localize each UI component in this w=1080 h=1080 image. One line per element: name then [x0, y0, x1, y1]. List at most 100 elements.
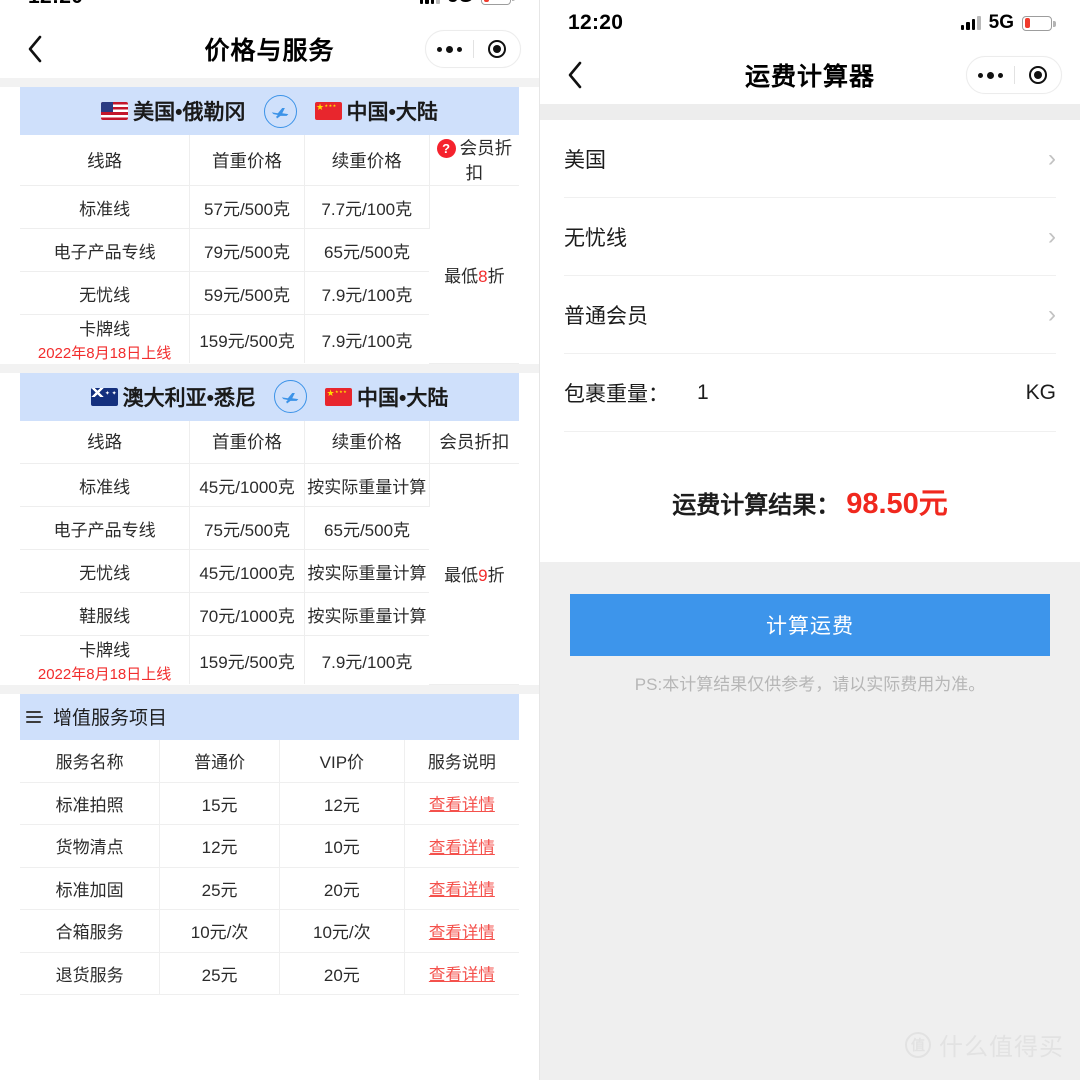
signal-bars-icon — [419, 0, 440, 4]
package-weight-row[interactable]: 包裹重量： 1 KG — [564, 354, 1056, 432]
more-dots-icon[interactable] — [967, 71, 1014, 79]
cell-first: 75元/500克 — [189, 506, 305, 550]
status-time: 12:20 — [28, 0, 83, 9]
disclaimer-note: PS:本计算结果仅供参考，请以实际费用为准。 — [634, 675, 986, 694]
price-and-service-screen: 12:20 5G 价格与服务 美国•俄勒冈 — [0, 0, 540, 1080]
cell-discount: 最低8折 — [429, 185, 519, 364]
table-header-row: 服务名称 普通价 VIP价 服务说明 — [20, 739, 519, 783]
cell-first: 57元/500克 — [189, 185, 305, 229]
launch-note: 2022年8月18日上线 — [37, 666, 172, 683]
dual-screenshot-container: 12:20 5G 价格与服务 美国•俄勒冈 — [0, 0, 1080, 1080]
route-header-au-cn: 澳大利亚•悉尼 中国•大陆 — [20, 372, 519, 421]
th-additional-weight: 续重价格 — [304, 135, 430, 186]
route-header-us-cn: 美国•俄勒冈 中国•大陆 — [20, 87, 519, 135]
th-first-weight: 首重价格 — [189, 135, 305, 186]
view-detail-link[interactable]: 查看详情 — [429, 796, 495, 814]
cell-line: 卡牌线 2022年8月18日上线 — [20, 635, 191, 684]
target-icon[interactable] — [474, 40, 521, 58]
th-member-discount: 会员折扣 — [429, 420, 519, 464]
cell-detail[interactable]: 查看详情 — [404, 952, 519, 995]
miniprogram-capsule[interactable] — [425, 30, 521, 68]
cell-add: 按实际重量计算 — [304, 592, 430, 636]
cell-add: 7.9元/100克 — [321, 652, 413, 672]
status-indicators: 5G — [960, 12, 1056, 34]
cell-line: 无忧线 — [20, 549, 191, 593]
network-label: 5G — [448, 0, 473, 8]
cn-flag-icon — [314, 102, 342, 120]
cell-line: 电子产品专线 — [20, 228, 191, 272]
weight-unit-label: KG — [1025, 380, 1056, 404]
view-detail-link[interactable]: 查看详情 — [429, 924, 495, 942]
cell-add: 7.7元/100克 — [304, 185, 430, 229]
cell-line: 电子产品专线 — [20, 506, 191, 550]
view-detail-link[interactable]: 查看详情 — [429, 839, 495, 857]
cell-detail[interactable]: 查看详情 — [404, 782, 519, 825]
route-origin-label: 澳大利亚•悉尼 — [122, 386, 256, 410]
option-label-line: 无忧线 — [564, 226, 627, 250]
cell-first: 159元/500克 — [189, 314, 305, 363]
th-member-discount: ? 会员折扣 — [429, 135, 519, 186]
cell-service-name: 合箱服务 — [20, 909, 161, 953]
cell-detail[interactable]: 查看详情 — [404, 909, 519, 953]
value-added-services-table: 服务名称 普通价 VIP价 服务说明 标准拍照 15元 12元 查看详情 货物清… — [20, 739, 519, 996]
chevron-right-icon: › — [1048, 144, 1056, 172]
shipping-calculator-screen: 12:20 5G 运费计算器 美国 › 无忧线 › 普通会员 › 包裹重量： 1… — [540, 0, 1080, 1080]
th-description: 服务说明 — [404, 739, 519, 783]
th-normal-price: 普通价 — [159, 739, 280, 783]
th-line: 线路 — [20, 135, 191, 186]
airplane-circle-icon — [274, 380, 307, 413]
more-dots-icon[interactable] — [426, 45, 473, 53]
us-flag-icon — [101, 102, 129, 120]
view-detail-link[interactable]: 查看详情 — [429, 966, 495, 984]
result-amount: 98.50元 — [846, 488, 948, 520]
top-grey-strip — [540, 104, 1080, 120]
calculation-result: 运费计算结果： 98.50元 — [540, 432, 1080, 562]
th-first-weight: 首重价格 — [189, 420, 305, 464]
cell-service-name: 标准加固 — [20, 867, 161, 910]
cell-add: 7.9元/100克 — [304, 271, 430, 315]
table-row: 标准线 45元/1000克 按实际重量计算 最低9折 — [20, 463, 519, 685]
th-line: 线路 — [20, 420, 191, 464]
au-flag-icon — [90, 387, 118, 406]
cell-first: 45元/1000克 — [189, 463, 305, 507]
status-bar-left: 12:20 5G — [0, 0, 539, 20]
table-row: 标准拍照 15元 12元 查看详情 — [20, 782, 519, 825]
cell-normal-price: 25元 — [159, 867, 280, 910]
cell-detail[interactable]: 查看详情 — [404, 867, 519, 910]
price-table-au-cn: 线路 首重价格 续重价格 会员折扣 标准线 45元/1000克 按实际重量计算 … — [20, 420, 519, 685]
cell-service-name: 退货服务 — [20, 952, 161, 995]
cell-add: 7.9元/100克 — [321, 331, 413, 351]
cell-normal-price: 25元 — [159, 952, 280, 995]
miniprogram-capsule[interactable] — [966, 56, 1062, 94]
view-detail-link[interactable]: 查看详情 — [429, 881, 495, 899]
cell-detail[interactable]: 查看详情 — [404, 824, 519, 868]
table-row: 货物清点 12元 10元 查看详情 — [20, 824, 519, 868]
calculate-shipping-button[interactable]: 计算运费 — [570, 594, 1050, 656]
cell-discount: 最低9折 — [429, 463, 519, 685]
option-label-membership: 普通会员 — [564, 304, 648, 328]
table-row: 退货服务 25元 20元 查看详情 — [20, 952, 519, 995]
cell-normal-price: 15元 — [159, 782, 280, 825]
chevron-right-icon: › — [1048, 300, 1056, 328]
calculator-body: 美国 › 无忧线 › 普通会员 › 包裹重量： 1 KG 运费计算结果： 98.5… — [540, 104, 1080, 1080]
cell-normal-price: 10元/次 — [159, 909, 280, 953]
battery-icon — [481, 0, 515, 5]
back-chevron-icon[interactable] — [18, 32, 52, 66]
cell-line: 标准线 — [20, 463, 191, 507]
question-mark-icon[interactable]: ? — [436, 138, 456, 158]
route-origin: 美国•俄勒冈 — [101, 96, 246, 126]
option-row-membership[interactable]: 普通会员 › — [564, 276, 1056, 354]
option-row-line[interactable]: 无忧线 › — [564, 198, 1056, 276]
cell-line: 鞋服线 — [20, 592, 191, 636]
cell-service-name: 货物清点 — [20, 824, 161, 868]
option-row-country[interactable]: 美国 › — [564, 120, 1056, 198]
table-row: 合箱服务 10元/次 10元/次 查看详情 — [20, 909, 519, 953]
value-added-services-title: 增值服务项目 — [53, 708, 168, 729]
target-icon[interactable] — [1015, 66, 1062, 84]
cell-add: 65元/500克 — [304, 506, 430, 550]
package-weight-input[interactable]: 1 — [697, 381, 1026, 405]
back-chevron-icon[interactable] — [558, 58, 592, 92]
cell-first: 70元/1000克 — [189, 592, 305, 636]
signal-bars-icon — [960, 16, 981, 30]
cell-add: 按实际重量计算 — [304, 463, 430, 507]
